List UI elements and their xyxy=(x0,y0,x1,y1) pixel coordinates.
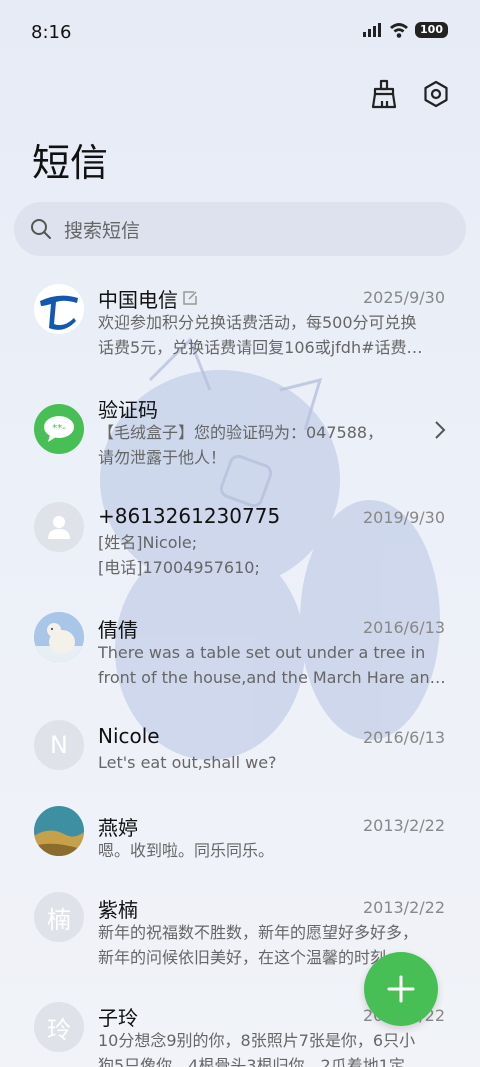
conversation-date: 2013/2/22 xyxy=(362,898,445,917)
conversation-preview: There was a table set out under a tree i… xyxy=(98,643,446,687)
conversation-preview: [姓名]Nicole; [电话]17004957610; xyxy=(98,533,260,577)
letter-avatar: 楠 xyxy=(34,892,84,942)
china-telecom-logo-avatar xyxy=(34,284,84,334)
conversation-name: 燕婷 xyxy=(98,816,138,840)
letter-avatar: N xyxy=(34,720,84,770)
status-icons: 100 xyxy=(363,22,448,38)
top-actions xyxy=(368,78,452,110)
new-message-button[interactable] xyxy=(364,952,438,1026)
search-icon xyxy=(31,219,51,239)
chevron-right-icon xyxy=(435,421,446,439)
conversation-name: 倩倩 xyxy=(98,618,138,642)
conversation-item[interactable]: 倩倩 2016/6/13 There was a table set out u… xyxy=(0,598,480,708)
default-contact-avatar xyxy=(34,502,84,552)
conversation-item[interactable]: 中国电信 2025/9/30 欢迎参加积分兑换话费活动，每500分可兑换 话费5… xyxy=(0,268,480,378)
settings-button[interactable] xyxy=(420,78,452,110)
conversation-preview: 欢迎参加积分兑换话费活动，每500分可兑换 话费5元，兑换话费请回复106或jf… xyxy=(98,313,423,357)
conversation-preview: 嗯。收到啦。同乐同乐。 xyxy=(98,841,275,860)
conversation-date: 2025/9/30 xyxy=(362,288,445,307)
conversation-preview: 10分想念9别的你，8张照片7张是你，6只小 狗5只像你，4根骨头3根归你，2爪… xyxy=(98,1031,421,1067)
conversation-name: +8613261230775 xyxy=(98,504,281,528)
conversation-item[interactable]: 燕婷 2013/2/22 嗯。收到啦。同乐同乐。 xyxy=(0,796,480,884)
conversation-item[interactable]: N Nicole 2016/6/13 Let's eat out,shall w… xyxy=(0,708,480,796)
conversation-preview: 【毛绒盒子】您的验证码为：047588， 请勿泄露于他人！ xyxy=(98,423,384,467)
conversation-name: 紫楠 xyxy=(98,898,138,922)
polar-bear-avatar xyxy=(34,612,84,662)
status-bar: 8:16 100 xyxy=(0,0,480,66)
photo-avatar xyxy=(34,806,84,856)
clean-button[interactable] xyxy=(368,78,400,110)
conversation-item[interactable]: **- 验证码 【毛绒盒子】您的验证码为：047588， 请勿泄露于他人！ xyxy=(0,378,480,488)
page-title: 短信 xyxy=(32,141,109,185)
conversation-preview: Let's eat out,shall we? xyxy=(98,753,277,772)
conversation-item[interactable]: +8613261230775 2019/9/30 [姓名]Nicole; [电话… xyxy=(0,488,480,598)
search-placeholder: 搜索短信 xyxy=(64,219,141,242)
conversation-date: 2013/2/22 xyxy=(362,816,445,835)
plus-icon xyxy=(387,975,415,1003)
conversation-name: Nicole xyxy=(98,724,160,748)
conversation-name: 中国电信 xyxy=(98,288,178,312)
broom-icon xyxy=(371,79,397,109)
settings-hexagon-icon xyxy=(424,80,448,108)
letter-avatar: 玲 xyxy=(34,1002,84,1052)
edit-icon xyxy=(183,291,197,305)
search-bar[interactable]: 搜索短信 xyxy=(14,202,466,256)
conversation-name: 验证码 xyxy=(98,398,158,422)
conversation-name: 子玲 xyxy=(98,1006,138,1030)
status-time: 8:16 xyxy=(31,22,72,43)
battery-indicator: 100 xyxy=(415,22,448,38)
svg-text:**-: **- xyxy=(52,423,66,434)
message-app-avatar: **- xyxy=(34,404,84,454)
conversation-date: 2019/9/30 xyxy=(362,508,445,527)
signal-icon xyxy=(363,23,382,37)
conversation-date: 2016/6/13 xyxy=(362,728,445,747)
conversation-date: 2016/6/13 xyxy=(362,618,445,637)
wifi-icon xyxy=(390,23,409,38)
